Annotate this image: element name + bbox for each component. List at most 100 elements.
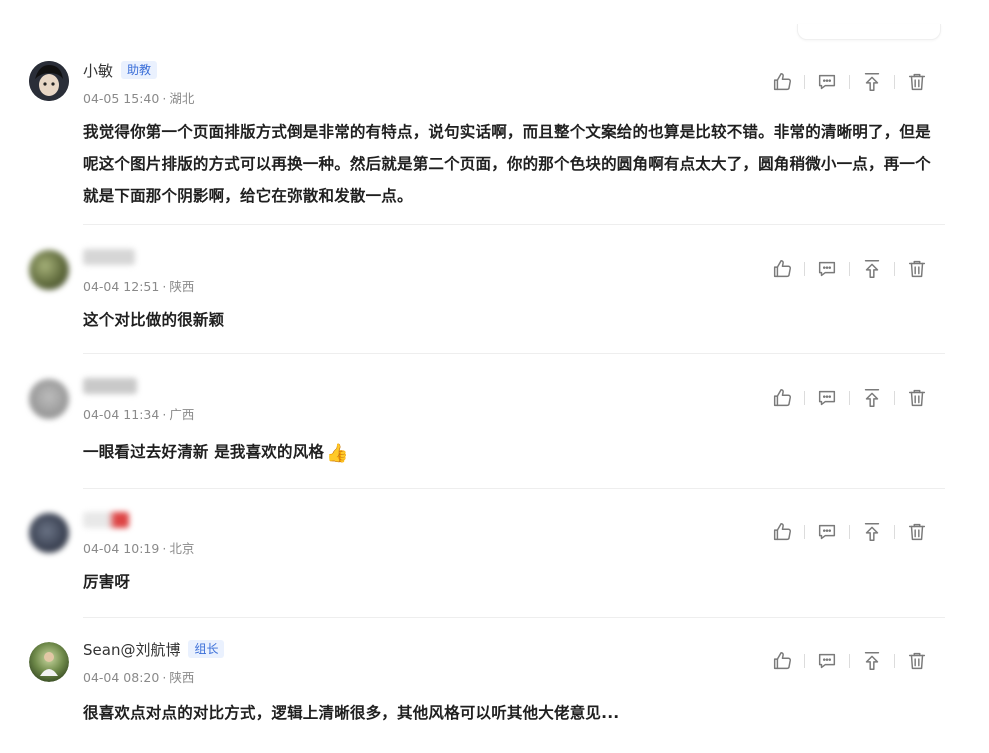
avatar[interactable] [29,61,69,101]
pin-to-top-icon [864,73,880,91]
comment-actions [770,70,929,94]
action-divider [849,262,850,276]
delete-button[interactable] [905,649,929,673]
comment-text: 一眼看过去好清新 是我喜欢的风格 👍 [83,436,945,470]
action-divider [804,391,805,405]
action-divider [894,525,895,539]
pin-top-button[interactable] [860,649,884,673]
comment-icon [818,261,836,277]
trash-icon [908,73,926,91]
action-divider [894,75,895,89]
action-divider [849,525,850,539]
comment-actions [770,257,929,281]
comment-location: 北京 [169,541,195,556]
comment-time: 04-04 08:20 [83,670,160,685]
comment-divider [83,353,945,354]
comment-icon [818,74,836,90]
action-divider [804,525,805,539]
meta-separator: · [162,279,167,294]
comment-actions [770,649,929,673]
comment-divider [83,224,945,225]
reply-button[interactable] [815,70,839,94]
comment-time: 04-05 15:40 [83,91,160,106]
delete-button[interactable] [905,70,929,94]
comment-divider [83,488,945,489]
comment-actions [770,386,929,410]
like-button[interactable] [770,386,794,410]
action-divider [849,654,850,668]
comment-text: 这个对比做的很新颖 [83,311,225,329]
username-blurred[interactable] [83,378,137,394]
comment-meta: 04-04 10:19 · 北京 [83,538,194,557]
meta-separator: · [162,407,167,422]
avatar[interactable] [29,379,69,419]
role-badge: 助教 [121,61,158,79]
comment-time: 04-04 12:51 [83,279,160,294]
action-divider [894,654,895,668]
comment-divider [83,617,945,618]
comment-time: 04-04 10:19 [83,541,160,556]
reply-button[interactable] [815,386,839,410]
thumbs-up-icon [773,389,791,407]
comment-location: 陕西 [169,670,195,685]
pin-top-button[interactable] [860,70,884,94]
reply-button[interactable] [815,257,839,281]
action-divider [804,75,805,89]
top-pill-tab [797,24,941,40]
comment-meta: 04-05 15:40 · 湖北 [83,88,194,107]
avatar[interactable] [29,642,69,682]
comment-time: 04-04 11:34 [83,407,160,422]
thumbs-up-icon [773,73,791,91]
comment-location: 湖北 [169,91,195,106]
comment-icon [818,653,836,669]
comment-location: 广西 [169,407,195,422]
meta-separator: · [162,91,167,106]
pin-top-button[interactable] [860,386,884,410]
delete-button[interactable] [905,520,929,544]
trash-icon [908,523,926,541]
comment-icon [818,524,836,540]
comment-icon [818,390,836,406]
action-divider [894,262,895,276]
reply-button[interactable] [815,649,839,673]
trash-icon [908,389,926,407]
pin-top-button[interactable] [860,257,884,281]
comment-location: 陕西 [169,279,195,294]
action-divider [849,75,850,89]
delete-button[interactable] [905,386,929,410]
avatar[interactable] [29,513,69,553]
pin-to-top-icon [864,389,880,407]
like-button[interactable] [770,257,794,281]
comment-text: 厉害呀 [83,573,131,591]
avatar[interactable] [29,250,69,290]
action-divider [894,391,895,405]
thumbs-up-icon [773,523,791,541]
meta-separator: · [162,541,167,556]
thumbs-up-emoji-icon: 👍 [326,443,349,464]
comment-text: 很喜欢点对点的对比方式，逻辑上清晰很多，其他风格可以听其他大佬意见... [83,704,620,722]
comment-meta: 04-04 12:51 · 陕西 [83,276,194,295]
pin-to-top-icon [864,652,880,670]
like-button[interactable] [770,520,794,544]
trash-icon [908,652,926,670]
comment-actions [770,520,929,544]
comment-meta: 04-04 11:34 · 广西 [83,404,194,423]
reply-button[interactable] [815,520,839,544]
pin-to-top-icon [864,523,880,541]
thumbs-up-icon [773,652,791,670]
username-blurred[interactable] [83,512,129,528]
username-blurred[interactable] [83,249,135,265]
action-divider [849,391,850,405]
action-divider [804,654,805,668]
meta-separator: · [162,670,167,685]
thumbs-up-icon [773,260,791,278]
like-button[interactable] [770,70,794,94]
delete-button[interactable] [905,257,929,281]
username[interactable]: Sean@刘航博 [83,639,180,660]
like-button[interactable] [770,649,794,673]
comment-text-body: 一眼看过去好清新 是我喜欢的风格 [83,443,325,461]
pin-top-button[interactable] [860,520,884,544]
action-divider [804,262,805,276]
comment-meta: 04-04 08:20 · 陕西 [83,667,194,686]
username[interactable]: 小敏 [83,60,113,81]
